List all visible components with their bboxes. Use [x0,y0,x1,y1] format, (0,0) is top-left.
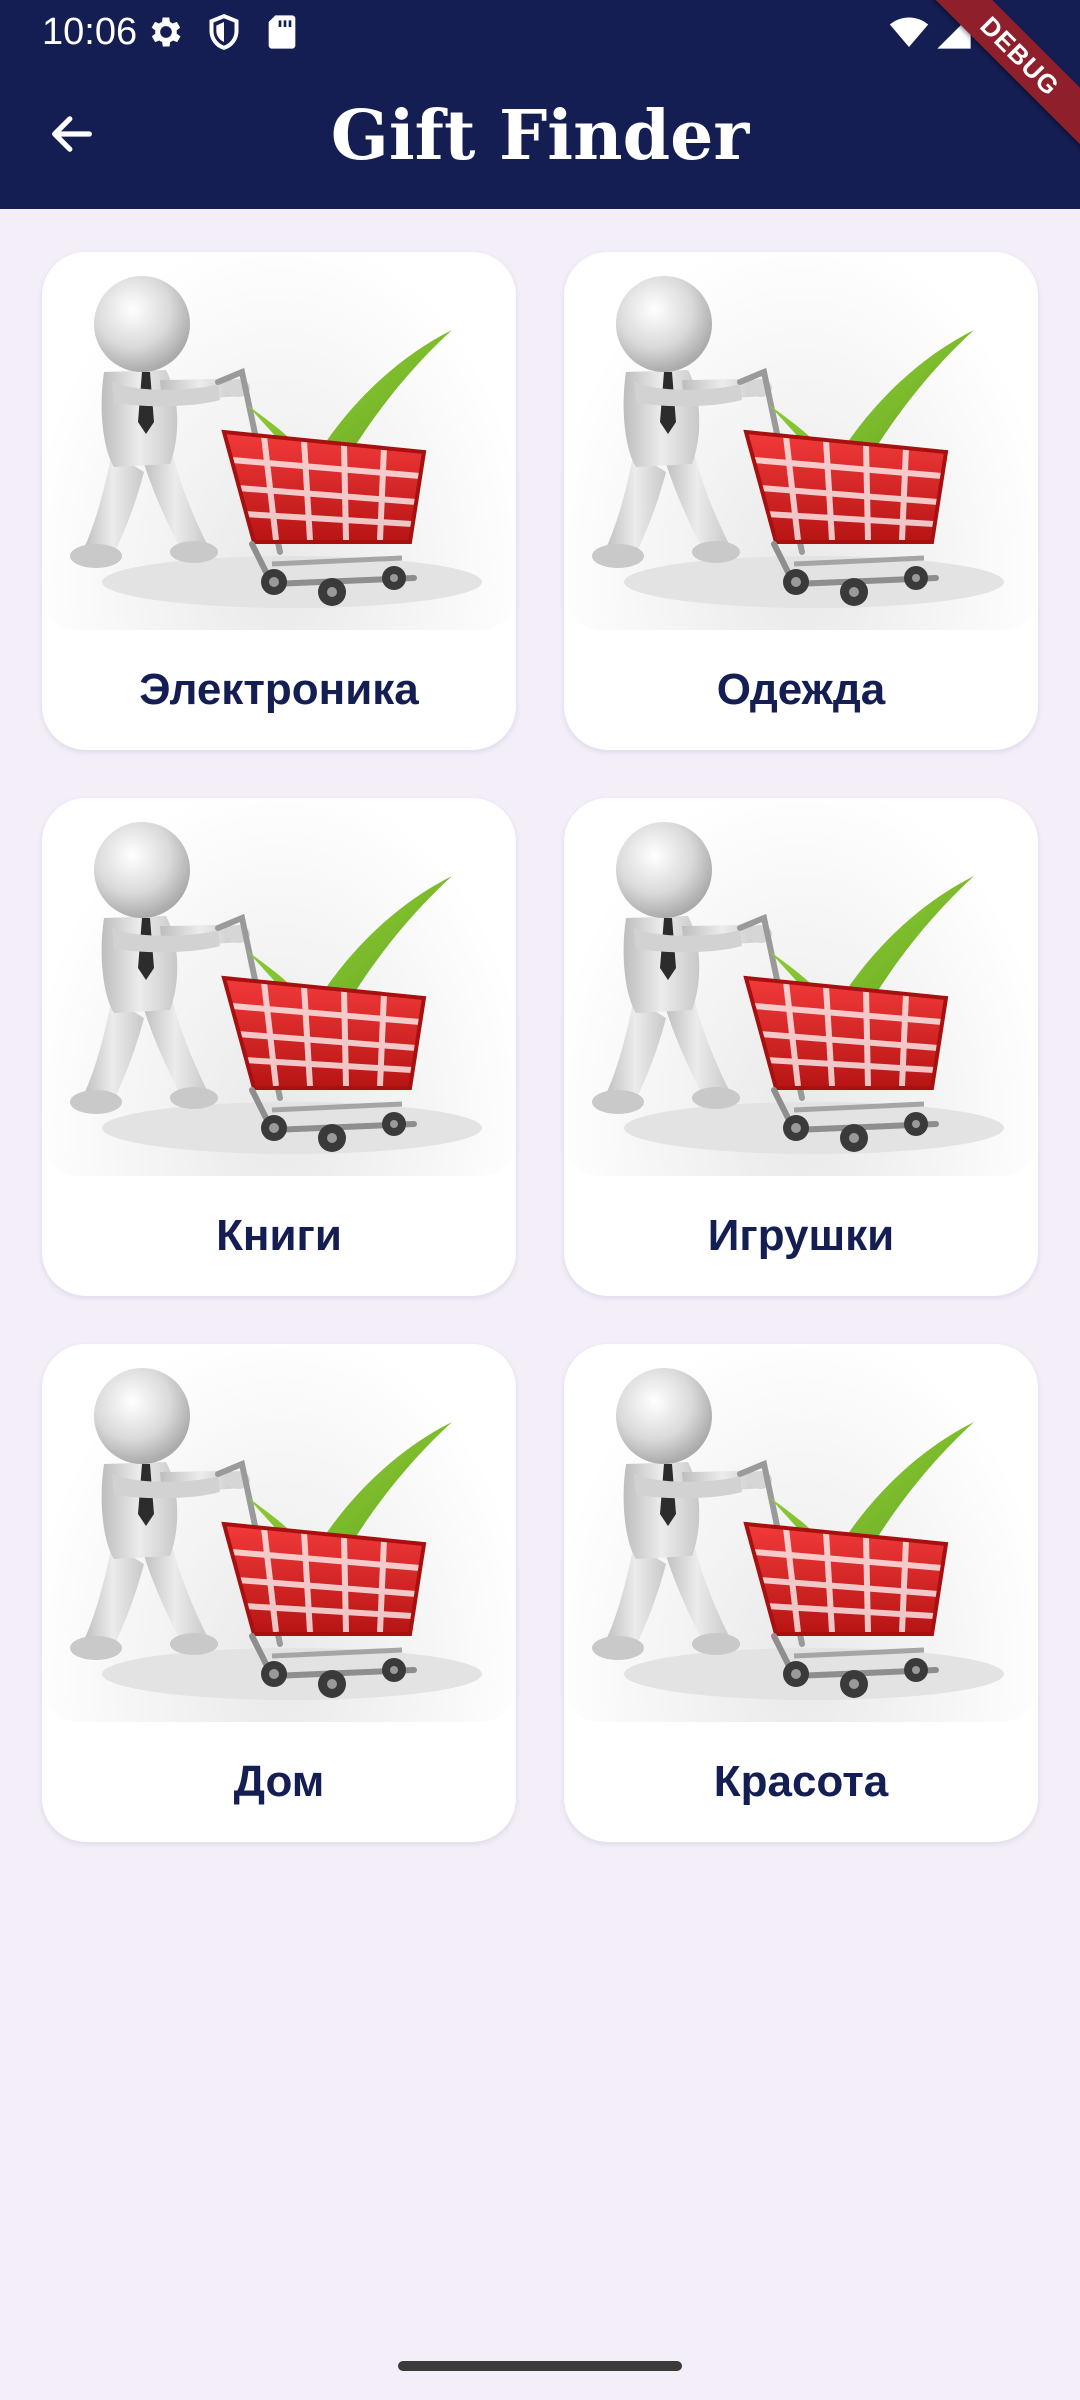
category-card[interactable]: Одежда [564,252,1038,750]
shopping-cart-checkmark-image [42,1344,516,1722]
home-indicator[interactable] [398,2361,682,2371]
app-bar: 10:06 Gift Finder DEBUG [0,0,1080,209]
sd-card-icon [262,12,302,52]
shopping-cart-checkmark-image [42,252,516,630]
category-label: Одежда [716,665,886,714]
category-label: Электроника [139,665,419,714]
category-label: Красота [713,1757,889,1806]
category-card[interactable]: Книги [42,798,516,1296]
shopping-cart-checkmark-image [564,798,1038,1176]
page-title: Gift Finder [330,96,750,176]
shield-icon [204,12,244,52]
gear-icon [146,12,186,52]
status-time: 10:06 [42,11,138,53]
category-label: Игрушки [707,1211,895,1260]
shopping-cart-checkmark-image [42,798,516,1176]
shopping-cart-checkmark-image [564,1344,1038,1722]
category-card[interactable]: Дом [42,1344,516,1842]
category-card[interactable]: Электроника [42,252,516,750]
category-label: Дом [233,1757,325,1806]
wifi-icon [888,12,930,52]
category-card[interactable]: Красота [564,1344,1038,1842]
category-card[interactable]: Игрушки [564,798,1038,1296]
shopping-cart-checkmark-image [564,252,1038,630]
category-grid: Электроника Одежда Книги Игрушки Дом Кра… [42,252,1038,1842]
category-label: Книги [216,1211,342,1260]
